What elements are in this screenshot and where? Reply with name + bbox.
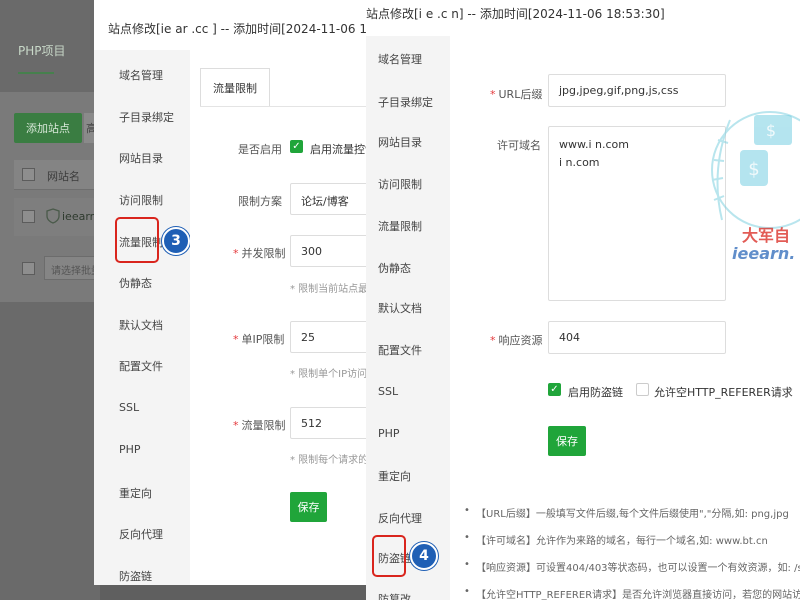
step-badge-3: 3	[162, 227, 190, 255]
sidebar-item-ssl[interactable]: SSL	[119, 401, 139, 414]
sidebar-item-subdir[interactable]: 子目录绑定	[119, 109, 174, 125]
sidebar-item-rewrite[interactable]: 伪静态	[119, 275, 152, 291]
highlight-box-traffic-limit	[115, 217, 159, 263]
tab-traffic-limit[interactable]: 流量限制	[200, 68, 270, 106]
concurrency-hint: * 限制当前站点最大	[290, 284, 379, 295]
dialog-title: 站点修改[i e .c n] -- 添加时间[2024-11-06 18:53:…	[366, 7, 665, 21]
enable-traffic-checkbox[interactable]: ✓	[290, 140, 303, 153]
sidebar-item-site-dir[interactable]: 网站目录	[378, 134, 422, 150]
rate-input[interactable]: 512	[290, 407, 370, 439]
step-badge-4: 4	[410, 542, 438, 570]
allowed-domain-line: www.i n.com	[559, 138, 629, 151]
sidebar-item-traffic-limit[interactable]: 流量限制	[378, 218, 422, 234]
per-ip-input[interactable]: 25	[290, 321, 370, 353]
save-button[interactable]: 保存	[290, 492, 327, 522]
watermark-subtext: ieearn.	[732, 244, 796, 263]
svg-text:$: $	[748, 159, 759, 180]
sidebar-item-php[interactable]: PHP	[378, 427, 400, 440]
per-ip-hint: * 限制单个IP访问最	[290, 369, 378, 380]
list-item: 【许可域名】允许作为来路的域名，每行一个域名,如: www.bt.cn	[462, 532, 800, 559]
bg-row-checkbox[interactable]	[22, 210, 35, 223]
sidebar-item-subdir[interactable]: 子目录绑定	[378, 94, 433, 110]
allowed-domain-line: i n.com	[559, 156, 600, 169]
highlight-box-hotlink	[372, 535, 406, 577]
allow-empty-referer-label[interactable]: 允许空HTTP_REFERER请求	[654, 384, 793, 400]
shield-icon	[46, 208, 60, 224]
tab-divider	[200, 106, 366, 107]
sidebar-item-redirect[interactable]: 重定向	[119, 485, 152, 501]
list-item: 【允许空HTTP_REFERER请求】是否允许浏览器直接访问，若您的网站访问异常…	[462, 586, 800, 600]
sidebar-item-default-doc[interactable]: 默认文档	[119, 317, 163, 333]
save-button[interactable]: 保存	[548, 426, 586, 456]
sidebar-item-rewrite[interactable]: 伪静态	[378, 260, 411, 276]
sidebar-item-reverse-proxy[interactable]: 反向代理	[378, 510, 422, 526]
bg-add-site-button[interactable]: 添加站点	[14, 113, 82, 143]
svg-text:$: $	[766, 121, 776, 140]
watermark-text: 大军自	[742, 226, 791, 245]
plan-select[interactable]: 论坛/博客	[290, 183, 370, 215]
bg-tab-php-projects[interactable]: PHP项目	[18, 42, 66, 59]
enable-hotlink-checkbox[interactable]: ✓	[548, 383, 561, 396]
concurrency-label: * 并发限制	[233, 247, 286, 260]
bg-tab-underline	[18, 72, 54, 74]
dialog-title: 站点修改[ie ar .cc ] -- 添加时间[2024-11-06 18:5…	[108, 22, 398, 36]
sidebar-item-redirect[interactable]: 重定向	[378, 468, 411, 484]
response-label: * 响应资源	[490, 334, 543, 347]
concurrency-input[interactable]: 300	[290, 235, 370, 267]
sidebar-item-config[interactable]: 配置文件	[378, 342, 422, 358]
url-suffix-label: * URL后缀	[490, 88, 543, 101]
dialog-main	[190, 50, 366, 585]
list-item: 【响应资源】可设置404/403等状态码，也可以设置一个有效资源，如: /s ,…	[462, 559, 800, 586]
sidebar-item-php[interactable]: PHP	[119, 443, 141, 456]
enable-hotlink-label[interactable]: 启用防盗链	[568, 384, 623, 400]
per-ip-label: * 单IP限制	[233, 333, 285, 346]
sidebar-item-site-dir[interactable]: 网站目录	[119, 150, 163, 166]
sidebar-item-tamper[interactable]: 防篡改	[378, 591, 411, 600]
bg-column-site-name: 网站名	[47, 170, 80, 183]
sidebar-item-default-doc[interactable]: 默认文档	[378, 300, 422, 316]
rate-hint: * 限制每个请求的流	[290, 455, 379, 466]
sidebar-item-domain[interactable]: 域名管理	[378, 51, 422, 67]
rate-label: * 流量限制	[233, 419, 286, 432]
help-notes: 【URL后缀】一般填写文件后缀,每个文件后缀使用","分隔,如: png,jpg…	[462, 505, 800, 600]
list-item: 【URL后缀】一般填写文件后缀,每个文件后缀使用","分隔,如: png,jpg	[462, 505, 800, 532]
sidebar-item-ssl[interactable]: SSL	[378, 385, 398, 398]
sidebar-item-reverse-proxy[interactable]: 反向代理	[119, 526, 163, 542]
plan-label: 限制方案	[238, 195, 282, 208]
bg-footer-checkbox[interactable]	[22, 262, 35, 275]
bg-batch-select[interactable]: 请选择批量	[44, 256, 100, 280]
allow-empty-referer-checkbox[interactable]	[636, 383, 649, 396]
sidebar-item-domain[interactable]: 域名管理	[119, 67, 163, 83]
response-input[interactable]: 404	[548, 321, 726, 354]
sidebar-item-access-limit[interactable]: 访问限制	[378, 176, 422, 192]
bg-select-all-checkbox[interactable]	[22, 168, 35, 181]
sidebar-item-config[interactable]: 配置文件	[119, 358, 163, 374]
sidebar-item-hotlink[interactable]: 防盗链	[119, 568, 152, 584]
enable-label: 是否启用	[238, 143, 282, 156]
sidebar-item-access-limit[interactable]: 访问限制	[119, 192, 163, 208]
allowed-domain-label: 许可域名	[497, 139, 541, 152]
